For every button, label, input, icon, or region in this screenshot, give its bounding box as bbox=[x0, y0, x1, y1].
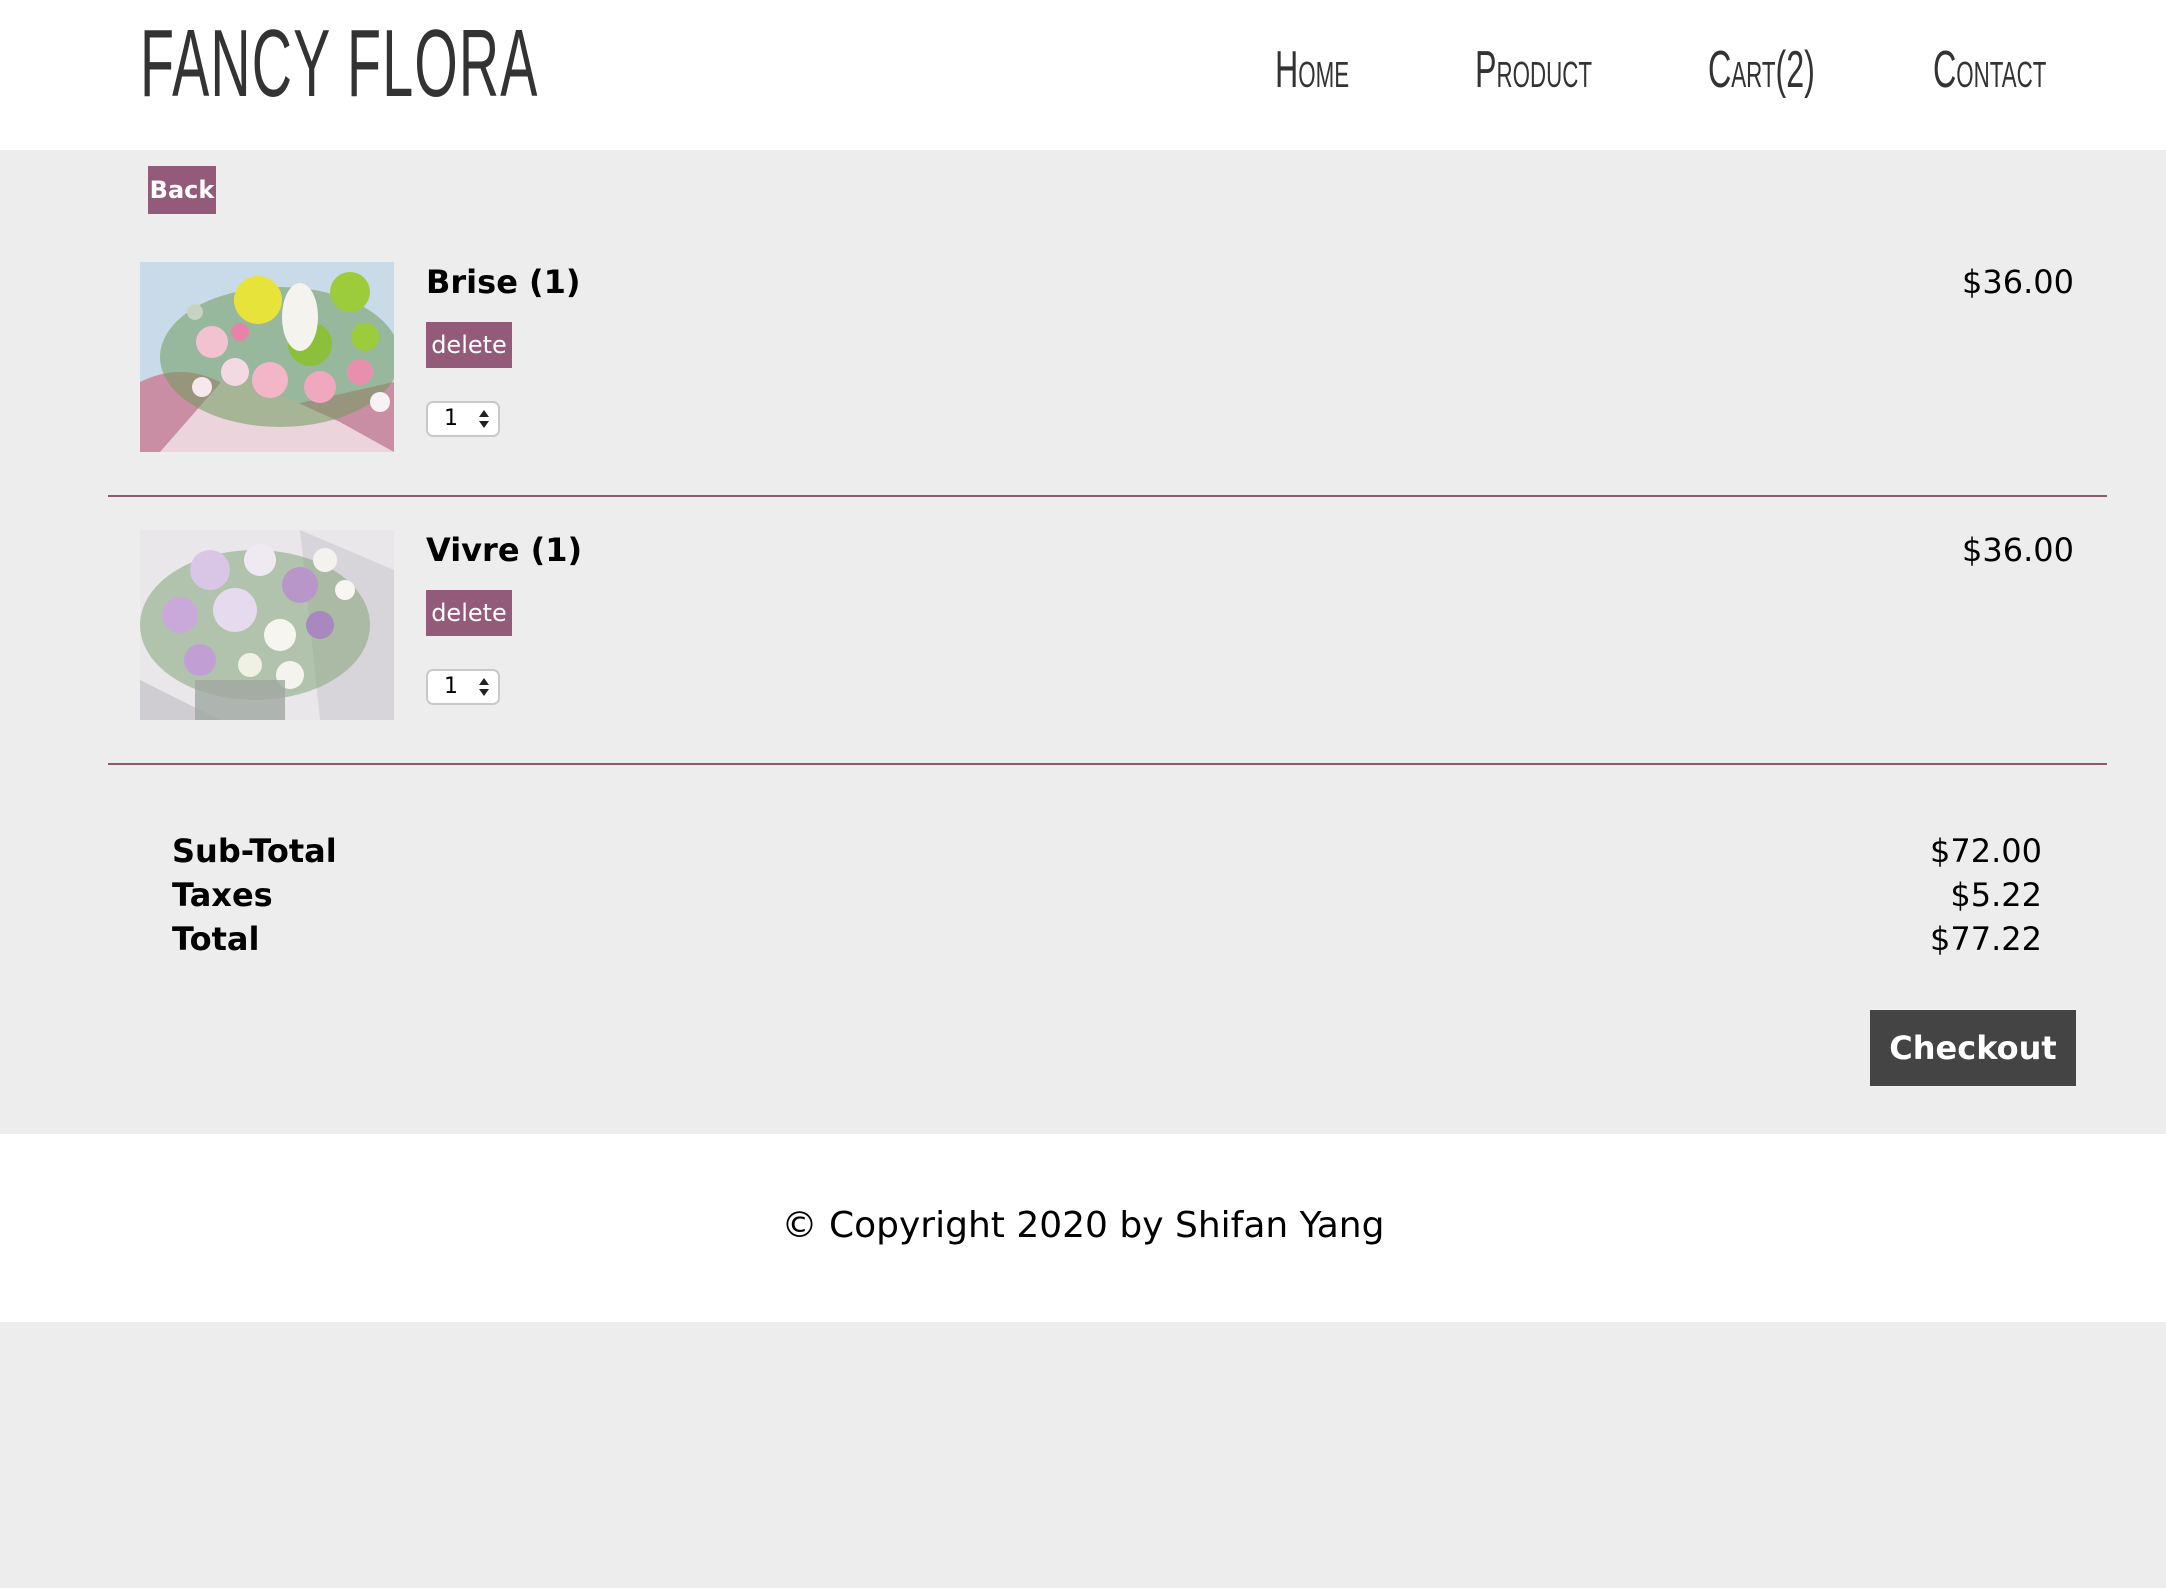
delete-button[interactable]: delete bbox=[426, 322, 512, 368]
quantity-value: 1 bbox=[444, 406, 458, 431]
item-divider bbox=[108, 763, 2107, 765]
subtotal-value: $72.00 bbox=[1930, 832, 2042, 870]
taxes-label: Taxes bbox=[172, 876, 273, 914]
quantity-value: 1 bbox=[444, 674, 458, 699]
nav-product[interactable]: Product bbox=[1475, 40, 1592, 100]
stepper-arrows-icon[interactable] bbox=[478, 676, 490, 698]
bouquet-image-icon bbox=[140, 262, 394, 452]
delete-button[interactable]: delete bbox=[426, 590, 512, 636]
quantity-stepper[interactable]: 1 bbox=[426, 669, 500, 705]
nav-home[interactable]: Home bbox=[1275, 40, 1349, 100]
quantity-stepper[interactable]: 1 bbox=[426, 401, 500, 437]
cart-item-name: Vivre (1) bbox=[426, 531, 583, 569]
back-button[interactable]: Back bbox=[148, 166, 216, 214]
cart-item-price: $36.00 bbox=[1962, 263, 2074, 301]
total-label: Total bbox=[172, 920, 260, 958]
copyright-text: © Copyright 2020 by Shifan Yang bbox=[781, 1205, 1385, 1246]
site-footer: © Copyright 2020 by Shifan Yang bbox=[0, 1134, 2166, 1322]
checkout-button[interactable]: Checkout bbox=[1870, 1010, 2076, 1086]
cart-item-price: $36.00 bbox=[1962, 531, 2074, 569]
subtotal-label: Sub-Total bbox=[172, 832, 337, 870]
cart-item-name: Brise (1) bbox=[426, 263, 581, 301]
site-logo[interactable]: FANCY FLORA bbox=[140, 8, 538, 120]
nav-cart[interactable]: Cart(2) bbox=[1708, 40, 1815, 100]
site-header: FANCY FLORA Home Product Cart(2) Contact bbox=[0, 0, 2166, 150]
nav-contact[interactable]: Contact bbox=[1933, 40, 2046, 100]
item-divider bbox=[108, 495, 2107, 497]
product-image-brise bbox=[140, 262, 394, 452]
stepper-arrows-icon[interactable] bbox=[478, 408, 490, 430]
product-image-vivre bbox=[140, 530, 394, 720]
total-value: $77.22 bbox=[1930, 920, 2042, 958]
bouquet-image-icon bbox=[140, 530, 394, 720]
taxes-value: $5.22 bbox=[1950, 876, 2042, 914]
